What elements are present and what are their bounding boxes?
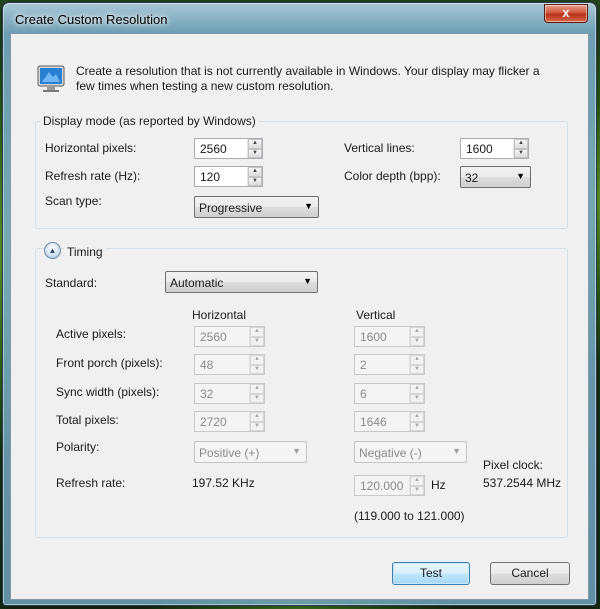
polarity-vertical-select: Negative (-) ▼: [354, 441, 467, 463]
spin-up-icon: ▲: [410, 384, 424, 394]
color-depth-label: Color depth (bpp):: [344, 169, 441, 183]
sync-width-h-stepper: 32 ▲ ▼: [194, 383, 265, 404]
timing-group-label: Timing: [64, 245, 106, 259]
monitor-icon: [37, 65, 65, 92]
display-mode-group-label: Display mode (as reported by Windows): [40, 114, 259, 128]
horizontal-pixels-stepper[interactable]: 2560 ▲ ▼: [194, 138, 263, 159]
timing-refresh-rate-label: Refresh rate:: [56, 476, 126, 490]
scan-type-select[interactable]: Progressive ▼: [194, 196, 319, 218]
pixel-clock-value: 537.2544 MHz: [483, 476, 562, 490]
active-pixels-h-stepper: 2560 ▲ ▼: [194, 326, 265, 347]
active-pixels-v-stepper: 1600 ▲ ▼: [354, 326, 425, 347]
total-pixels-h-value: 2720: [200, 415, 227, 429]
timing-row-label: Front porch (pixels):: [56, 356, 163, 370]
active-pixels-v-value: 1600: [360, 330, 387, 344]
standard-value: Automatic: [170, 276, 224, 290]
chevron-down-icon: ▼: [452, 446, 461, 456]
sync-width-v-stepper: 6 ▲ ▼: [354, 383, 425, 404]
spin-up-icon: ▲: [250, 412, 264, 422]
total-pixels-v-value: 1646: [360, 415, 387, 429]
timing-collapse-toggle[interactable]: ▲: [44, 242, 61, 259]
chevron-down-icon: ▼: [292, 446, 301, 456]
intro-text: Create a resolution that is not currentl…: [76, 64, 540, 93]
spin-up-icon: ▲: [410, 412, 424, 422]
front-porch-h-stepper: 48 ▲ ▼: [194, 354, 265, 375]
polarity-vertical-value: Negative (-): [359, 446, 422, 460]
spin-up-icon[interactable]: ▲: [514, 139, 528, 149]
standard-label: Standard:: [45, 276, 98, 290]
sync-width-h-value: 32: [200, 387, 214, 401]
front-porch-h-value: 48: [200, 358, 214, 372]
total-pixels-h-stepper: 2720 ▲ ▼: [194, 411, 265, 432]
window-title: Create Custom Resolution: [15, 12, 168, 27]
active-pixels-h-value: 2560: [200, 330, 227, 344]
scan-type-value: Progressive: [199, 201, 263, 215]
front-porch-v-value: 2: [360, 358, 367, 372]
scan-type-label: Scan type:: [45, 194, 102, 208]
timing-row-label: Total pixels:: [56, 413, 119, 427]
refresh-rate-stepper[interactable]: 120 ▲ ▼: [194, 166, 263, 187]
column-header-vertical: Vertical: [356, 308, 396, 322]
close-button[interactable]: x: [544, 4, 588, 23]
vertical-refresh-value: 120.000: [360, 479, 404, 493]
vertical-lines-stepper[interactable]: 1600 ▲ ▼: [460, 138, 529, 159]
column-header-horizontal: Horizontal: [192, 308, 247, 322]
chevron-down-icon: ▼: [304, 201, 313, 211]
chevron-down-icon: ▼: [516, 171, 525, 181]
spin-up-icon: ▲: [410, 476, 424, 486]
spin-up-icon: ▲: [410, 355, 424, 365]
polarity-horizontal-select: Positive (+) ▼: [194, 441, 307, 463]
chevron-down-icon: ▼: [303, 276, 312, 286]
standard-select[interactable]: Automatic ▼: [165, 271, 318, 293]
vertical-refresh-unit: Hz: [431, 478, 446, 492]
spin-up-icon[interactable]: ▲: [248, 139, 262, 149]
spin-up-icon: ▲: [250, 327, 264, 337]
spin-up-icon[interactable]: ▲: [248, 167, 262, 177]
timing-row-label: Active pixels:: [56, 327, 127, 341]
polarity-horizontal-value: Positive (+): [199, 446, 260, 460]
spin-up-icon: ▲: [250, 355, 264, 365]
vertical-lines-label: Vertical lines:: [344, 141, 415, 155]
timing-row-label: Sync width (pixels):: [56, 385, 160, 399]
title-bar[interactable]: Create Custom Resolution x: [3, 3, 596, 33]
spin-down-icon[interactable]: ▼: [248, 176, 262, 186]
spin-down-icon[interactable]: ▼: [514, 148, 528, 158]
test-button[interactable]: Test: [392, 562, 470, 585]
horizontal-pixels-label: Horizontal pixels:: [45, 141, 137, 155]
spin-up-icon: ▲: [410, 327, 424, 337]
spin-down-icon: ▼: [410, 364, 424, 374]
total-pixels-v-stepper: 1646 ▲ ▼: [354, 411, 425, 432]
pixel-clock-label: Pixel clock:: [483, 458, 544, 472]
spin-down-icon: ▼: [410, 393, 424, 403]
spin-down-icon: ▼: [250, 421, 264, 431]
cancel-button[interactable]: Cancel: [490, 562, 570, 585]
spin-down-icon: ▼: [250, 364, 264, 374]
refresh-rate-label: Refresh rate (Hz):: [45, 169, 141, 183]
vertical-lines-value[interactable]: 1600: [461, 139, 513, 158]
spin-down-icon: ▼: [410, 336, 424, 346]
color-depth-value: 32: [465, 171, 479, 185]
horizontal-pixels-value[interactable]: 2560: [195, 139, 247, 158]
vertical-refresh-stepper: 120.000 ▲ ▼: [354, 475, 425, 496]
spin-down-icon: ▼: [410, 421, 424, 431]
spin-down-icon: ▼: [250, 336, 264, 346]
spin-down-icon: ▼: [410, 485, 424, 495]
refresh-rate-value[interactable]: 120: [195, 167, 247, 186]
spin-up-icon: ▲: [250, 384, 264, 394]
horizontal-refresh-value: 197.52 KHz: [192, 476, 255, 490]
sync-width-v-value: 6: [360, 387, 367, 401]
spin-down-icon[interactable]: ▼: [248, 148, 262, 158]
front-porch-v-stepper: 2 ▲ ▼: [354, 354, 425, 375]
dialog-client-area: Create a resolution that is not currentl…: [10, 33, 589, 600]
color-depth-select[interactable]: 32 ▼: [460, 166, 531, 188]
spin-down-icon: ▼: [250, 393, 264, 403]
vertical-refresh-range: (119.000 to 121.000): [354, 509, 465, 523]
polarity-label: Polarity:: [56, 440, 100, 454]
dialog-window: Create Custom Resolution x Create a reso…: [2, 2, 597, 606]
